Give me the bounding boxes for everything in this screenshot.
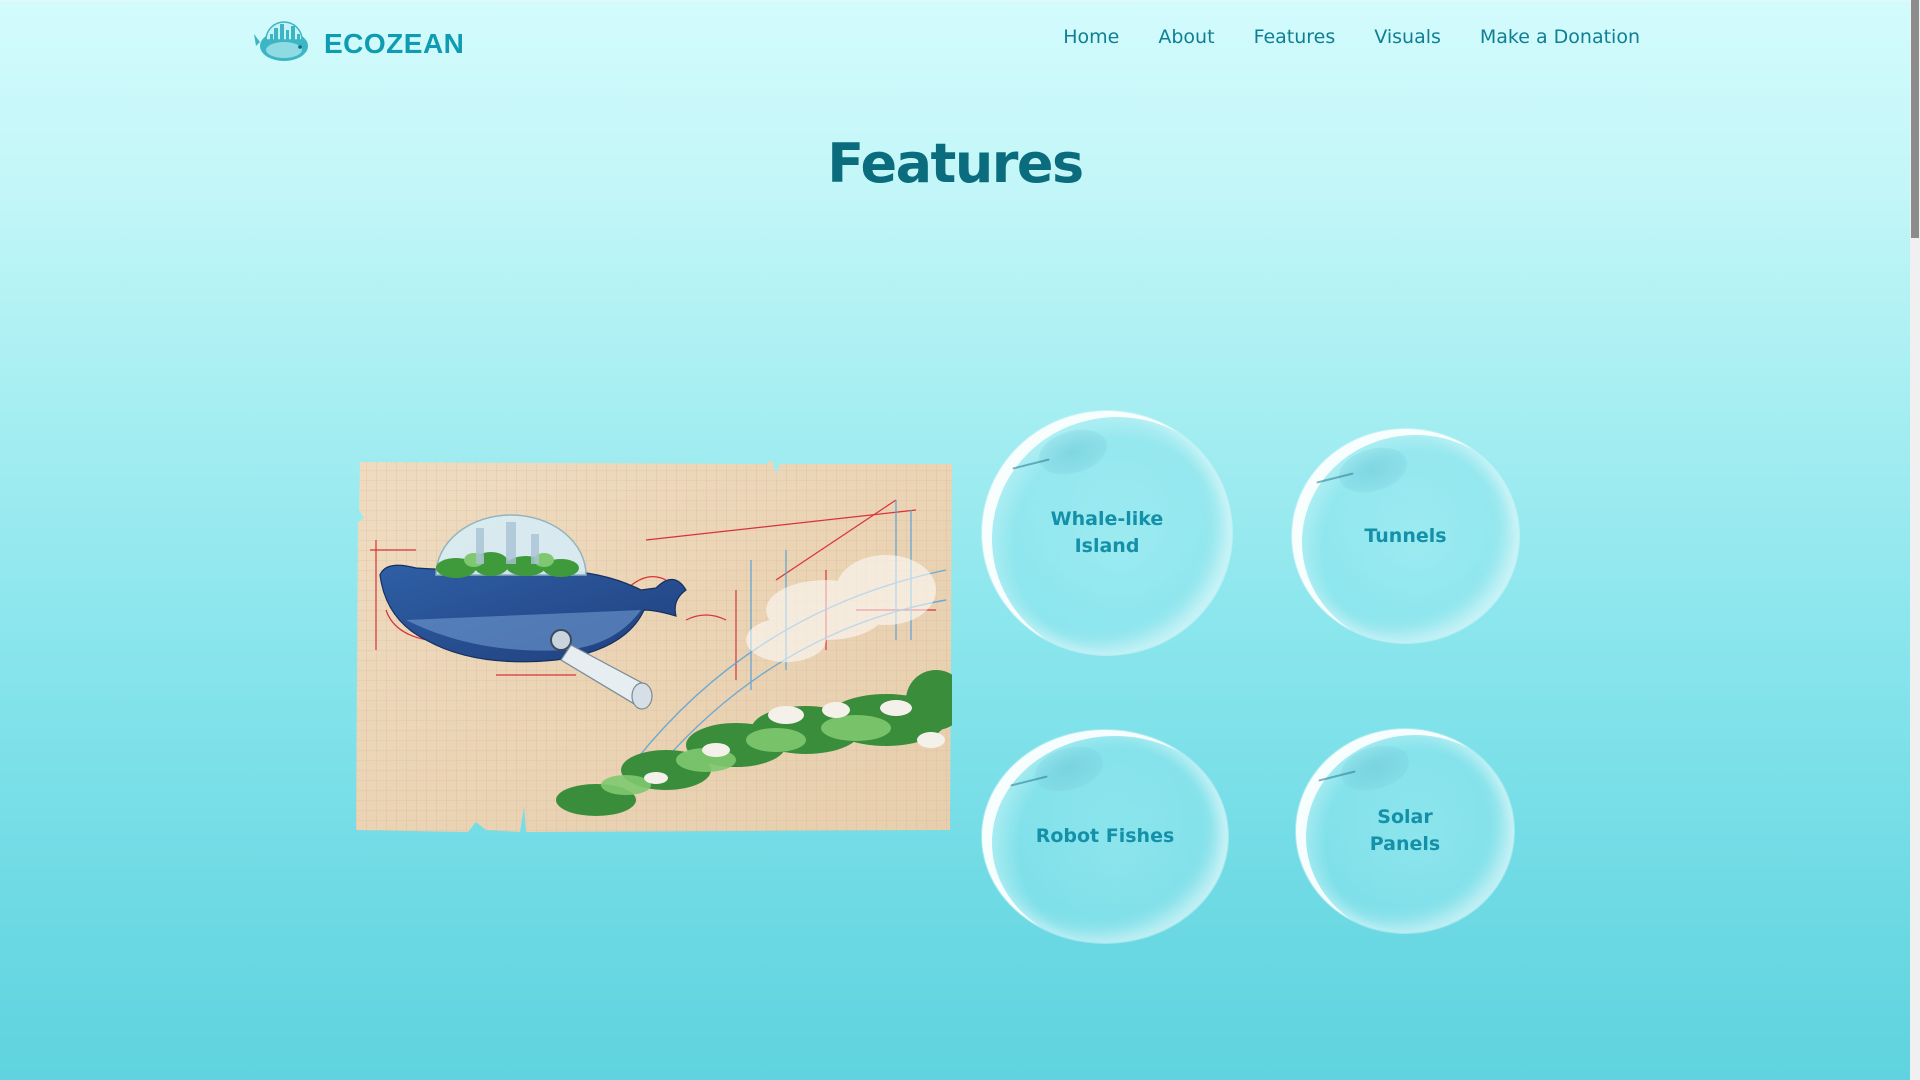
nav-features[interactable]: Features — [1254, 26, 1336, 48]
nav-home[interactable]: Home — [1063, 26, 1119, 48]
scrollbar-thumb[interactable] — [1911, 0, 1919, 238]
bubble-highlight-icon — [1333, 440, 1413, 500]
nav-about[interactable]: About — [1158, 26, 1214, 48]
nav-visuals[interactable]: Visuals — [1374, 26, 1441, 48]
page-title: Features — [827, 132, 1084, 195]
bubble-highlight-icon — [1033, 422, 1113, 482]
feature-whale-like-island[interactable]: Whale-like Island — [982, 411, 1232, 655]
page-scrollbar[interactable] — [1910, 0, 1920, 1080]
whale-city-logo-icon — [254, 12, 318, 64]
main-nav: Home About Features Visuals Make a Donat… — [1063, 26, 1640, 48]
whale-island-sketch-image — [356, 460, 966, 834]
feature-label: Solar Panels — [1369, 806, 1441, 855]
feature-robot-fishes[interactable]: Robot Fishes — [982, 730, 1228, 943]
feature-tunnels[interactable]: Tunnels — [1292, 429, 1519, 643]
feature-label: Tunnels — [1364, 524, 1447, 547]
top-border — [0, 0, 1910, 1]
brand-logo[interactable]: ECOZEAN — [254, 12, 464, 64]
feature-label: Robot Fishes — [1035, 825, 1175, 847]
bubble-highlight-icon — [1029, 739, 1109, 799]
brand-name: ECOZEAN — [324, 28, 465, 59]
nav-make-a-donation[interactable]: Make a Donation — [1480, 26, 1640, 48]
bubble-highlight-icon — [1335, 738, 1415, 798]
feature-label: Whale-like Island — [1050, 508, 1164, 557]
feature-solar-panels[interactable]: Solar Panels — [1296, 729, 1514, 933]
